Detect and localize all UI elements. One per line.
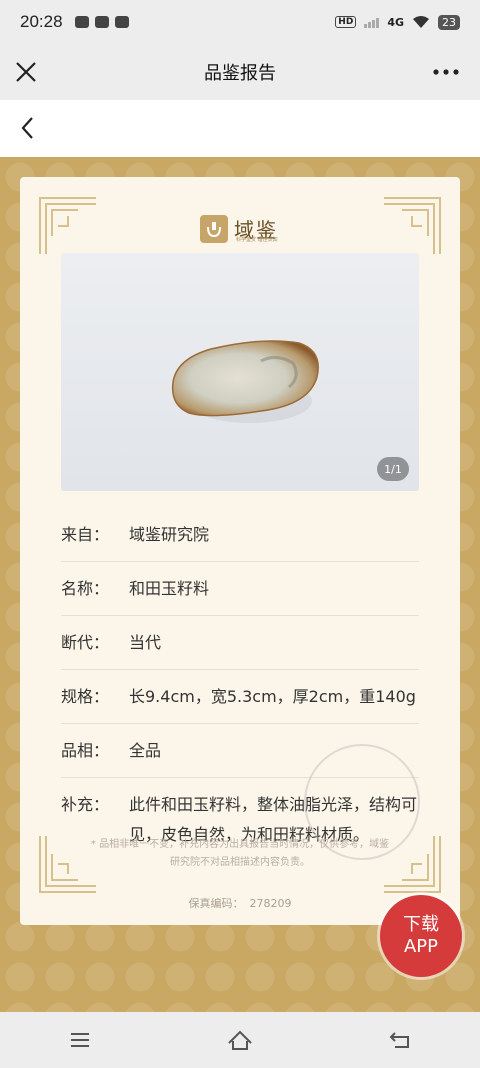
status-time: 20:28	[20, 12, 63, 31]
more-horizontal-icon	[433, 69, 459, 75]
status-right: HD 4G 23	[335, 14, 460, 30]
field-value: 当代	[129, 633, 162, 652]
field-value: 和田玉籽料	[129, 579, 210, 598]
logo-mark-icon	[200, 214, 228, 243]
info-row-source: 来自： 域鉴研究院	[61, 508, 419, 562]
info-row-spec: 规格： 长9.4cm，宽5.3cm，厚2cm，重140g	[61, 670, 419, 724]
home-icon	[228, 1030, 252, 1050]
disclaimer-text: * 品相非唯一不变，补充内容为出具报告当时情况，仅供参考，域鉴研究院不对品相描述…	[90, 839, 390, 868]
notification-icons	[74, 16, 129, 28]
cloud-icon	[94, 16, 109, 28]
system-back-button[interactable]	[380, 1022, 420, 1058]
field-label: 品相：	[61, 741, 110, 760]
field-value: 域鉴研究院	[129, 525, 210, 544]
info-row-era: 断代： 当代	[61, 616, 419, 670]
menu-button[interactable]	[60, 1022, 100, 1058]
hd-badge: HD	[335, 16, 357, 28]
nav-bar	[0, 100, 480, 157]
chevron-left-icon	[21, 117, 33, 139]
field-label: 断代：	[61, 633, 110, 652]
close-button[interactable]	[12, 58, 40, 86]
download-app-button[interactable]: 下载 APP	[380, 895, 462, 977]
back-button[interactable]	[14, 114, 42, 142]
page-title: 品鉴报告	[204, 63, 276, 84]
field-label: 名称：	[61, 579, 110, 598]
code-label: 保真编码：	[188, 897, 244, 910]
wechat-icon	[74, 16, 89, 28]
photo-counter: 1/1	[377, 457, 409, 481]
wifi-icon	[413, 16, 429, 28]
code-value: 278209	[249, 897, 292, 910]
field-label: 规格：	[61, 687, 110, 706]
frame-corner-top-left	[39, 197, 96, 254]
battery-indicator: 23	[438, 14, 460, 30]
menu-icon	[71, 1033, 89, 1047]
info-row-name: 名称： 和田玉籽料	[61, 562, 419, 616]
signal-icon	[364, 16, 380, 28]
download-line2: APP	[403, 936, 439, 957]
logo-subtitle: 科学鉴赏 理性认知	[236, 237, 278, 243]
download-line1: 下载	[403, 914, 439, 935]
field-label: 来自：	[61, 525, 110, 544]
field-value: 长9.4cm，宽5.3cm，厚2cm，重140g	[129, 687, 416, 706]
item-photo[interactable]: 1/1	[61, 253, 419, 491]
jade-stone-image	[171, 340, 319, 423]
network-type: 4G	[387, 15, 404, 29]
status-bar: 20:28 HD 4G 23	[0, 0, 480, 44]
close-icon	[16, 62, 36, 82]
frame-corner-top-right	[384, 197, 441, 254]
title-bar: 品鉴报告	[0, 44, 480, 100]
system-nav-bar	[0, 1012, 480, 1068]
more-button[interactable]	[430, 58, 462, 86]
media-icon	[114, 16, 129, 28]
home-button[interactable]	[220, 1022, 260, 1058]
back-icon	[389, 1032, 409, 1048]
